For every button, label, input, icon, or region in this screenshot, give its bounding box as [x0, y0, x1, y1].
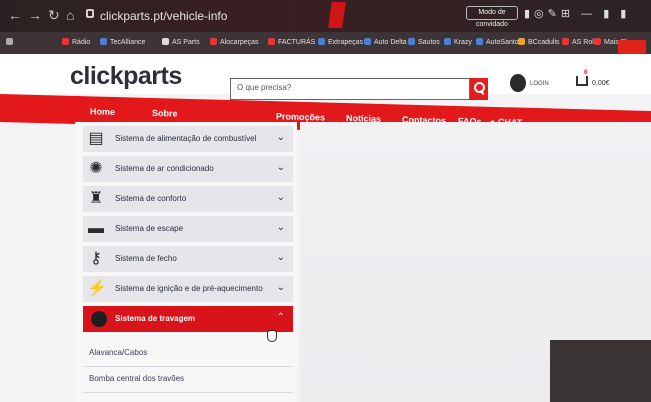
nav-home[interactable]: Home — [90, 106, 115, 117]
bookmark-item[interactable]: Auto Delta — [364, 38, 407, 46]
exhaust-icon: ▬ — [88, 220, 104, 237]
nav-promocoes[interactable]: Promoções — [276, 111, 325, 122]
fuel-pump-icon: ▤ — [88, 130, 104, 147]
bookmark-item[interactable]: AS Parts — [162, 38, 200, 46]
search-button[interactable] — [470, 78, 488, 100]
forward-icon[interactable]: → — [28, 7, 42, 23]
back-icon[interactable]: ← — [8, 7, 22, 23]
cart-total[interactable]: 0,00€ — [592, 80, 610, 87]
bookmark-label: Alocarpeças — [220, 39, 259, 46]
bookmark-label: AutoSanto — [486, 39, 519, 46]
category-exhaust[interactable]: ▬ Sistema de escape ⌄ — [83, 216, 293, 242]
chevron-down-icon: ⌄ — [276, 162, 285, 173]
divider — [83, 366, 293, 367]
bookmark-item[interactable]: Alocarpeças — [210, 38, 259, 46]
bookmark-label: FACTURÁS — [278, 39, 316, 46]
bookmark-label: Krazy — [454, 39, 472, 46]
bookmark-label: TecAlliance — [110, 39, 146, 46]
address-bar[interactable]: clickparts.pt/vehicle-info — [100, 9, 227, 23]
key-icon: ⚷ — [90, 250, 102, 267]
nav-sobre[interactable]: Sobre — [152, 108, 178, 119]
bookmark-item[interactable]: Rádio — [62, 38, 90, 46]
subcategory-item[interactable]: Bomba central dos travões — [89, 374, 184, 383]
search-input[interactable]: O que precisa? — [230, 78, 470, 100]
bookmark-label: Extrapeças — [328, 39, 364, 46]
seat-icon: ♜ — [88, 190, 104, 207]
site-logo[interactable]: clickparts — [70, 62, 182, 91]
bookmark-label: BCcadulis — [528, 39, 560, 46]
bookmarks-bar: Rádio TecAlliance AS Parts Alocarpeças F… — [0, 32, 651, 54]
browser-toolbar: ← → ↻ ⌂ clickparts.pt/vehicle-info Modo … — [0, 0, 651, 32]
guest-mode-button[interactable]: Modo de convidado — [466, 6, 518, 28]
category-locking[interactable]: ⚷ Sistema de fecho ⌄ — [83, 246, 293, 272]
chevron-down-icon: ⌄ — [276, 222, 285, 233]
category-label: Sistema de conforto — [115, 194, 187, 203]
cart-count-badge: 0 — [584, 70, 588, 76]
category-label: Sistema de fecho — [115, 254, 177, 263]
cart-icon[interactable] — [576, 76, 588, 86]
reload-icon[interactable]: ↻ — [48, 7, 60, 24]
search-placeholder: O que precisa? — [237, 83, 292, 92]
lock-icon — [86, 9, 94, 18]
hand-cursor-icon — [267, 330, 277, 342]
brake-disc-icon — [91, 311, 107, 327]
site-header: clickparts O que precisa? LOGIN 0 0,00€ — [0, 54, 651, 100]
category-air-conditioning[interactable]: ✺ Sistema de ar condicionado ⌄ — [83, 156, 293, 182]
user-icon[interactable] — [510, 74, 526, 92]
browser-menu-badge[interactable] — [618, 40, 646, 54]
chevron-up-icon: ⌃ — [276, 312, 285, 323]
bookmark-item[interactable]: FACTURÁS — [268, 38, 315, 46]
bookmark-label: Auto Delta — [374, 39, 407, 46]
fan-icon: ✺ — [89, 160, 103, 177]
login-link[interactable]: LOGIN — [530, 81, 549, 87]
monitor-bezel — [550, 340, 651, 402]
subcategory-item[interactable]: Alavanca/Cabos — [89, 348, 147, 357]
chevron-down-icon: ⌄ — [276, 132, 285, 143]
bookmark-item[interactable]: AS Rola — [562, 38, 598, 46]
bookmark-label: AS Parts — [172, 39, 200, 46]
category-fuel-system[interactable]: ▤ Sistema de alimentação de combustível … — [83, 126, 293, 152]
bookmark-item[interactable]: TecAlliance — [100, 38, 145, 46]
category-label: Sistema de alimentação de combustível — [115, 134, 257, 143]
category-label: Sistema de ar condicionado — [115, 164, 214, 173]
browser-tab-indicator — [328, 2, 346, 28]
bookmark-item[interactable]: BCcadulis — [518, 38, 560, 46]
bookmark-item[interactable]: Extrapeças — [318, 38, 363, 46]
category-label: Sistema de ignição e de pré-aquecimento — [115, 284, 263, 293]
bookmark-item[interactable]: Sautos — [408, 38, 440, 46]
spark-plug-icon: ⚡ — [87, 280, 107, 297]
category-label: Sistema de travagem — [115, 314, 196, 323]
category-braking[interactable]: Sistema de travagem ⌃ — [83, 306, 293, 332]
divider — [83, 392, 293, 393]
chevron-down-icon: ⌄ — [276, 192, 285, 203]
bookmark-label: Sautos — [418, 39, 440, 46]
bookmark-item[interactable]: AutoSanto — [476, 38, 519, 46]
apps-icon[interactable] — [6, 38, 16, 46]
category-menu: ▤ Sistema de alimentação de combustível … — [75, 122, 297, 402]
chevron-down-icon: ⌄ — [276, 252, 285, 263]
category-comfort[interactable]: ♜ Sistema de conforto ⌄ — [83, 186, 293, 212]
category-label: Sistema de escape — [115, 224, 184, 233]
extensions-tray[interactable]: ▮◎✎⊞ — ▮ ▮ — [524, 7, 630, 20]
home-icon[interactable]: ⌂ — [66, 7, 74, 23]
bookmark-label: Rádio — [72, 39, 91, 46]
category-ignition[interactable]: ⚡ Sistema de ignição e de pré-aqueciment… — [83, 276, 293, 302]
bookmark-item[interactable]: Krazy — [444, 38, 472, 46]
chevron-down-icon: ⌄ — [276, 282, 285, 293]
